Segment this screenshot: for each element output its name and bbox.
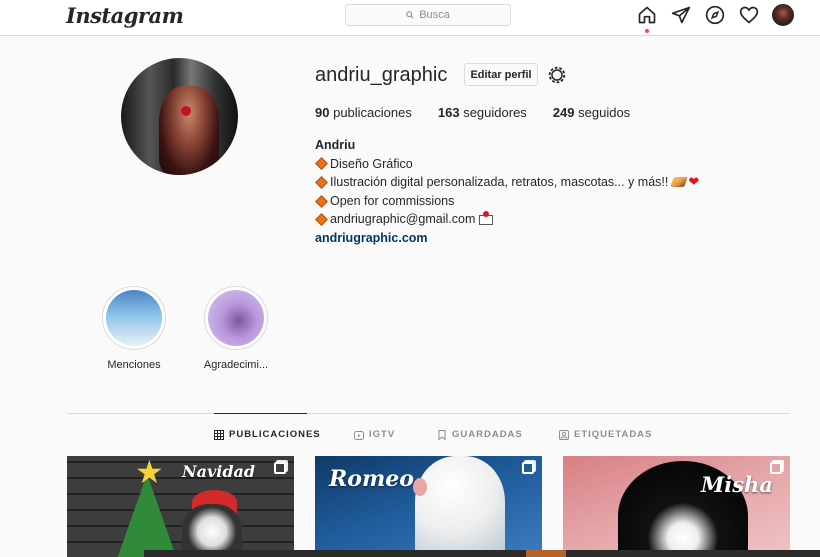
profile-bio: Andriu Diseño Gráfico Ilustración digita… <box>315 136 699 248</box>
cockatoo-illustration <box>415 456 505 557</box>
following-stat[interactable]: 249 seguidos <box>553 105 630 120</box>
settings-gear-icon[interactable] <box>546 64 568 86</box>
top-nav-bar: Instagram Busca <box>0 0 820 36</box>
orange-diamond-icon <box>315 157 328 171</box>
red-heart-icon: ❤ <box>688 174 700 190</box>
bottom-strip-segment <box>526 550 566 557</box>
posts-stat: 90 publicaciones <box>315 105 412 120</box>
posts-label: publicaciones <box>333 105 412 120</box>
notification-dot <box>645 29 649 33</box>
posts-count: 90 <box>315 105 330 120</box>
followers-count: 163 <box>437 105 460 120</box>
bookmark-icon <box>438 429 446 440</box>
profile-stats: 90 publicaciones 163 seguidores 249 segu… <box>315 105 656 120</box>
profile-avatar[interactable] <box>772 4 794 26</box>
highlight-label: Agradecimi... <box>203 359 269 371</box>
post-title: Misha <box>701 472 773 497</box>
display-name: Andriu <box>315 138 356 152</box>
bio-line: Diseño Gráfico <box>315 155 699 174</box>
orange-diamond-icon <box>315 176 328 189</box>
bio-text: Open for commissions <box>330 193 455 208</box>
orange-diamond-icon <box>315 213 328 227</box>
tab-guardadas[interactable]: GUARDADAS <box>437 429 523 440</box>
igtv-icon <box>354 430 364 440</box>
post-title: Navidad <box>182 462 256 481</box>
followers-stat[interactable]: 163 seguidores <box>438 105 527 120</box>
tab-label: GUARDADAS <box>452 429 523 440</box>
profile-picture[interactable] <box>121 58 238 175</box>
bio-line: Open for commissions <box>315 192 699 211</box>
bio-text: Ilustración digital personalizada, retra… <box>330 175 669 190</box>
highlight-label: Menciones <box>107 359 161 371</box>
active-tab-indicator <box>214 413 307 414</box>
multiple-photos-icon <box>522 462 534 474</box>
bio-text: Diseño Gráfico <box>330 156 413 171</box>
tagged-icon <box>559 429 569 440</box>
heart-icon[interactable] <box>738 4 760 26</box>
cockatoo-cheek <box>413 478 427 496</box>
bio-email: andriugraphic@gmail.com <box>330 212 476 227</box>
search-input[interactable]: Busca <box>345 4 511 26</box>
profile-figure <box>159 86 219 175</box>
username: andriu_graphic <box>315 64 448 86</box>
love-letter-icon <box>479 210 494 225</box>
grid-icon <box>214 429 224 440</box>
highlight-cover <box>208 290 264 346</box>
following-count: 249 <box>552 105 575 120</box>
tab-igtv[interactable]: IGTV <box>354 429 395 440</box>
tab-etiquetadas[interactable]: ETIQUETADAS <box>559 429 652 440</box>
search-icon <box>406 11 414 19</box>
followers-label: seguidores <box>463 105 527 120</box>
highlight-agradecimientos[interactable]: Agradecimi... <box>191 286 281 371</box>
orange-diamond-icon <box>315 194 328 208</box>
instagram-logo[interactable]: Instagram <box>66 3 184 28</box>
highlight-ring <box>102 286 166 350</box>
profile-rose <box>181 106 191 116</box>
highlight-ring <box>204 286 268 350</box>
tab-publicaciones[interactable]: PUBLICACIONES <box>214 429 321 440</box>
search-placeholder: Busca <box>419 9 450 21</box>
tab-label: IGTV <box>369 429 396 440</box>
post-title: Romeo <box>329 466 414 492</box>
highlight-cover <box>106 290 162 346</box>
multiple-photos-icon <box>274 462 286 474</box>
nav-icons <box>636 4 794 33</box>
post-thumbnail[interactable]: Misha <box>563 456 790 557</box>
highlight-menciones[interactable]: Menciones <box>89 286 179 371</box>
tab-label: PUBLICACIONES <box>229 429 321 440</box>
star-icon: ★ <box>135 456 164 490</box>
direct-message-icon[interactable] <box>670 4 692 26</box>
following-label: seguidos <box>578 105 631 120</box>
explore-icon[interactable] <box>704 4 726 26</box>
bottom-strip <box>144 550 820 557</box>
home-icon[interactable] <box>636 4 658 33</box>
tab-label: ETIQUETADAS <box>574 429 653 440</box>
edit-profile-button[interactable]: Editar perfil <box>464 63 538 86</box>
pencil-icon <box>670 177 689 188</box>
bio-line: Ilustración digital personalizada, retra… <box>315 173 699 192</box>
multiple-photos-icon <box>770 462 782 474</box>
website-link[interactable]: andriugraphic.com <box>315 229 699 248</box>
bio-line: andriugraphic@gmail.com <box>315 210 699 229</box>
tabs-divider <box>67 413 790 414</box>
post-thumbnail[interactable]: Romeo <box>315 456 542 557</box>
post-thumbnail[interactable]: ★ Navidad <box>67 456 294 557</box>
